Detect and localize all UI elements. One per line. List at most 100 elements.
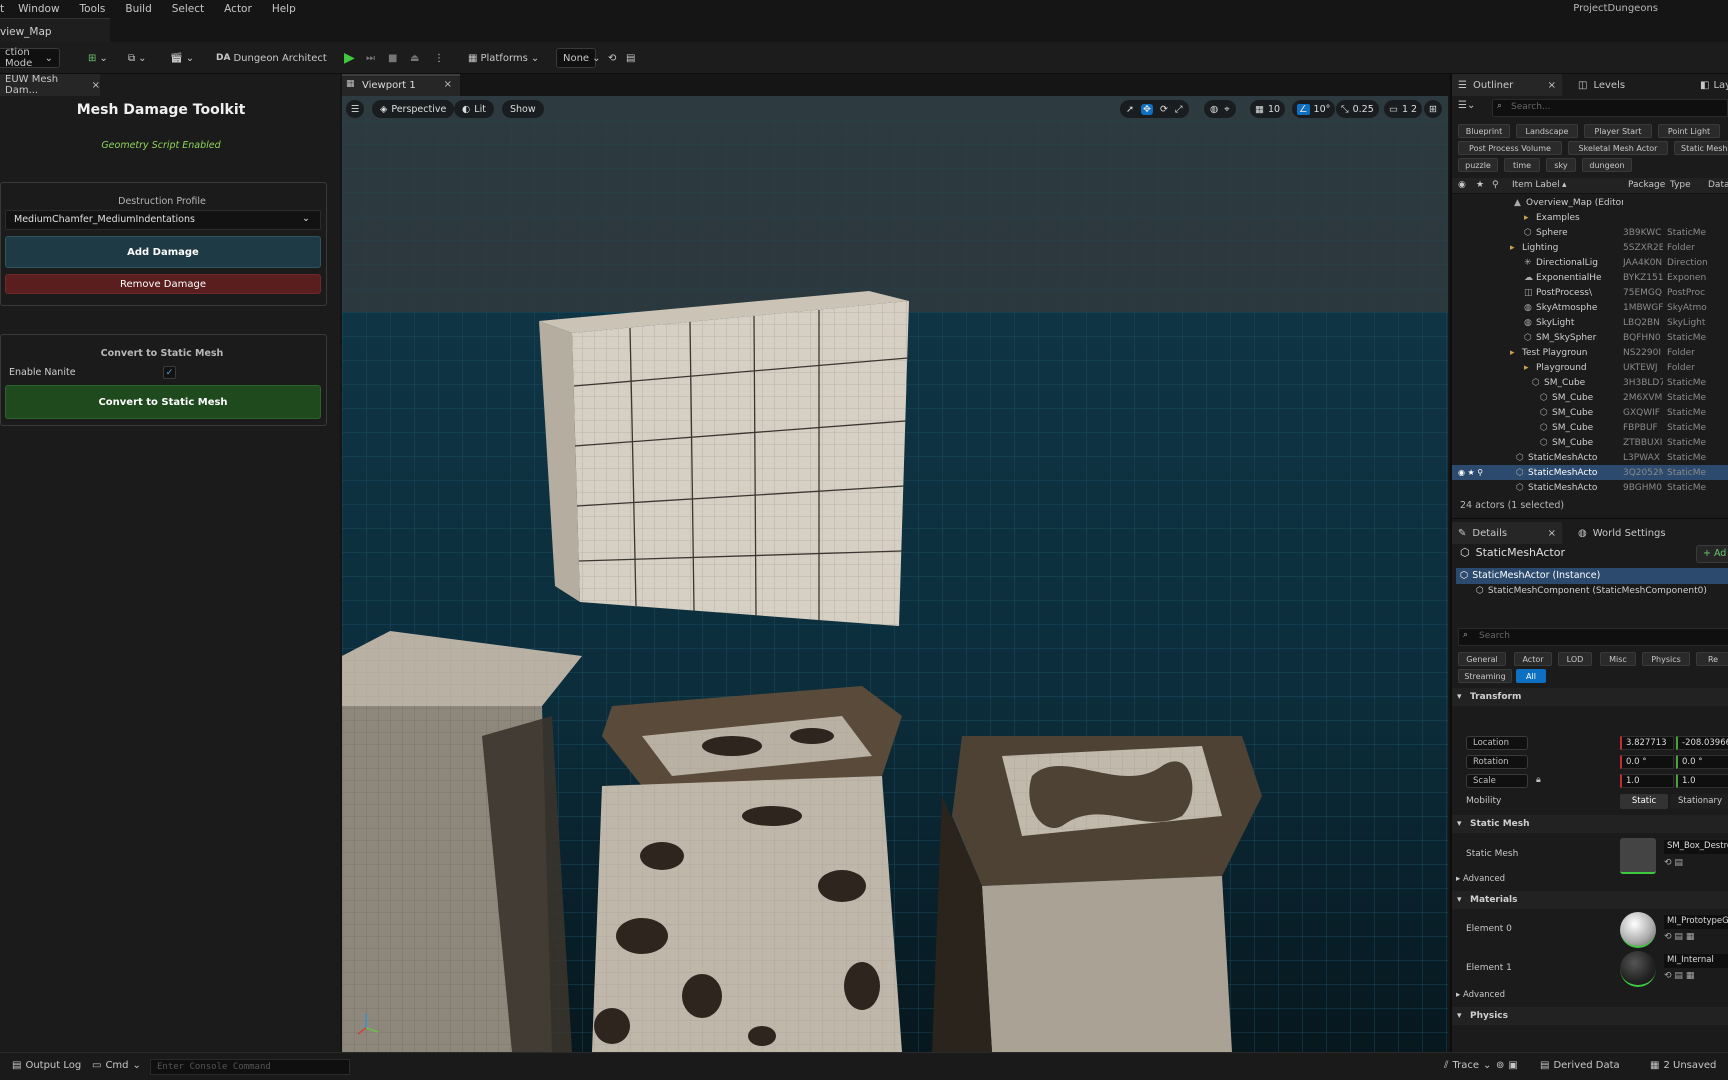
- scale-snap-button[interactable]: ⤡ 0.25: [1336, 100, 1379, 118]
- static-mesh-thumbnail[interactable]: [1620, 838, 1656, 874]
- cinematics-button[interactable]: 🎬︎ ⌄: [170, 48, 194, 68]
- scale-dropdown[interactable]: Scale: [1466, 774, 1528, 788]
- tab-viewport-1[interactable]: ▦ Viewport 1 ×: [342, 74, 460, 96]
- outliner-row[interactable]: ☁ ExponentialHe BYKZ151 Exponen: [1452, 270, 1728, 285]
- outliner-row[interactable]: ◍ SkyAtmosphe 1MBWGF SkyAtmo: [1452, 300, 1728, 315]
- outliner-row[interactable]: ▸ Test Playgroun NS2290I Folder: [1452, 345, 1728, 360]
- outliner-row[interactable]: ⬡ SM_Cube ZTBBUXI StaticMe: [1452, 435, 1728, 450]
- revision-button[interactable]: ⟲: [608, 48, 616, 68]
- outliner-row[interactable]: ◫ PostProcess\ 75EMGQ PostProc: [1452, 285, 1728, 300]
- browse-icon[interactable]: ▤: [1674, 971, 1683, 981]
- col-item-label[interactable]: Item Label: [1512, 180, 1560, 190]
- tab-layers[interactable]: ◧ Lay: [1700, 74, 1728, 96]
- filter-rendering[interactable]: Re: [1696, 652, 1728, 666]
- stop-button[interactable]: ■: [388, 48, 397, 68]
- filter-chip-time[interactable]: time: [1504, 158, 1540, 172]
- star-icon[interactable]: ★: [1476, 180, 1484, 190]
- filter-general[interactable]: General: [1458, 652, 1506, 666]
- destruction-profile-select[interactable]: MediumChamfer_MediumIndentations ⌄: [5, 210, 321, 230]
- material-picker-1[interactable]: MI_Internal: [1664, 954, 1728, 968]
- move-icon[interactable]: ✥: [1140, 103, 1153, 115]
- outliner-row[interactable]: ⬡ SM_Cube 2M6XVM StaticMe: [1452, 390, 1728, 405]
- grid-icon[interactable]: ▦: [1686, 971, 1695, 981]
- component-instance-row[interactable]: ⬡ StaticMeshActor (Instance): [1456, 568, 1728, 584]
- rotation-snap-button[interactable]: ∠ 10°: [1292, 100, 1336, 118]
- filter-chip-post-process[interactable]: Post Process Volume: [1458, 141, 1562, 155]
- filter-chip-sky[interactable]: sky: [1546, 158, 1576, 172]
- tab-euw-mesh-damage[interactable]: EUW Mesh Dam... ×: [0, 74, 100, 96]
- use-selected-icon[interactable]: ⟲: [1664, 971, 1672, 981]
- derived-data-button[interactable]: ▤ Derived Data: [1540, 1060, 1620, 1071]
- browse-icon[interactable]: ▤: [1674, 932, 1683, 942]
- filter-chip-landscape[interactable]: Landscape: [1516, 124, 1578, 138]
- outliner-row[interactable]: ⬡ SM_SkySpher BQFHN0 StaticMe: [1452, 330, 1728, 345]
- filter-chip-player-start[interactable]: Player Start: [1584, 124, 1652, 138]
- filter-chip-dungeon[interactable]: dungeon: [1582, 158, 1632, 172]
- filter-chip-static-mesh[interactable]: Static Mesh A: [1674, 141, 1728, 155]
- level-tab[interactable]: view_Map: [0, 18, 110, 42]
- record-icon[interactable]: ⊚: [1496, 1060, 1504, 1071]
- pin-icon[interactable]: ⚲: [1492, 180, 1499, 190]
- output-log-button[interactable]: ▤ Output Log: [12, 1060, 81, 1071]
- section-static-mesh[interactable]: ▾ Static Mesh: [1452, 815, 1728, 833]
- eject-button[interactable]: ⏏: [410, 48, 419, 68]
- tab-outliner[interactable]: ☰ Outliner ×: [1452, 74, 1562, 96]
- outliner-search-input[interactable]: ⌕ Search...: [1492, 99, 1728, 117]
- step-button[interactable]: ⏭: [366, 48, 375, 68]
- outliner-row[interactable]: ⬡ StaticMeshActo L3PWAX StaticMe: [1452, 450, 1728, 465]
- lit-button[interactable]: ◐ Lit: [454, 100, 494, 118]
- tab-levels[interactable]: ◫ Levels: [1578, 74, 1625, 96]
- screenshot-icon[interactable]: ▣: [1508, 1060, 1517, 1071]
- location-x-input[interactable]: 3.827713: [1620, 736, 1674, 750]
- world-local-toggle[interactable]: ◍ ⌖: [1204, 100, 1236, 118]
- outliner-row[interactable]: ⬡ SM_Cube 3H3BLD7 StaticMe: [1452, 375, 1728, 390]
- mobility-static-button[interactable]: Static: [1620, 794, 1668, 809]
- mobility-stationary-button[interactable]: Stationary: [1670, 794, 1728, 809]
- outliner-row[interactable]: ⬡ Sphere 3B9KWC StaticMe: [1452, 225, 1728, 240]
- col-data[interactable]: Data: [1708, 180, 1728, 190]
- rotation-y-input[interactable]: 0.0 °: [1676, 755, 1728, 769]
- col-package[interactable]: Package: [1628, 180, 1665, 190]
- browse-icon[interactable]: ▤: [1674, 858, 1683, 868]
- menu-item-select[interactable]: Select: [172, 3, 204, 15]
- outliner-row[interactable]: ◉ ★ ⚲ ⬡ StaticMeshActo 3Q2052M StaticMe: [1452, 465, 1728, 480]
- outliner-row[interactable]: ▸ Examples: [1452, 210, 1728, 225]
- filter-chip-blueprint[interactable]: Blueprint: [1458, 124, 1510, 138]
- scale-icon[interactable]: ⤢: [1175, 104, 1183, 115]
- menu-item-help[interactable]: Help: [272, 3, 296, 15]
- close-icon[interactable]: ×: [1548, 528, 1556, 539]
- filter-actor[interactable]: Actor: [1514, 652, 1552, 666]
- grid-icon[interactable]: ▦: [1686, 932, 1695, 942]
- lock-icon[interactable]: 🔒︎: [1536, 775, 1541, 785]
- add-actor-button[interactable]: ⊞ ⌄: [88, 48, 108, 68]
- tab-world-settings[interactable]: ◍ World Settings: [1578, 522, 1666, 544]
- section-transform[interactable]: ▾ Transform: [1452, 688, 1728, 706]
- filter-streaming[interactable]: Streaming: [1458, 669, 1512, 683]
- show-button[interactable]: Show: [502, 100, 544, 118]
- grid-snap-button[interactable]: ▦ 10: [1250, 100, 1286, 118]
- material-picker-0[interactable]: MI_PrototypeGr: [1664, 915, 1728, 929]
- visibility-icon[interactable]: ◉: [1458, 180, 1466, 190]
- filter-lod[interactable]: LOD: [1558, 652, 1592, 666]
- unsaved-button[interactable]: ▦ 2 Unsaved: [1650, 1060, 1716, 1071]
- location-dropdown[interactable]: Location: [1466, 736, 1528, 750]
- rotation-dropdown[interactable]: Rotation: [1466, 755, 1528, 769]
- viewport-options-button[interactable]: ☰: [346, 100, 364, 118]
- use-selected-icon[interactable]: ⟲: [1664, 858, 1672, 868]
- location-y-input[interactable]: -208.03966: [1676, 736, 1728, 750]
- mode-dropdown[interactable]: ction Mode ⌄: [0, 47, 60, 69]
- select-icon[interactable]: ➚: [1126, 104, 1134, 115]
- outliner-row[interactable]: ⬡ SM_Cube GXQWIF StaticMe: [1452, 405, 1728, 420]
- remove-damage-button[interactable]: Remove Damage: [5, 274, 321, 294]
- play-button[interactable]: ▶: [344, 48, 355, 68]
- menu-item-actor[interactable]: Actor: [224, 3, 252, 15]
- outliner-row[interactable]: ⬡ SM_Cube FBPBUF StaticMe: [1452, 420, 1728, 435]
- filter-chip-puzzle[interactable]: puzzle: [1458, 158, 1498, 172]
- advanced-expander-2[interactable]: ▸ Advanced: [1456, 990, 1505, 1000]
- filter-physics[interactable]: Physics: [1642, 652, 1690, 666]
- outliner-row[interactable]: ⬡ StaticMeshActo 9BGHM0 StaticMe: [1452, 480, 1728, 495]
- outliner-row[interactable]: ✳ DirectionalLig JAA4K0N Direction: [1452, 255, 1728, 270]
- material-thumbnail-1[interactable]: [1620, 951, 1656, 987]
- blueprints-button[interactable]: ⧉ ⌄: [128, 48, 147, 68]
- static-mesh-picker[interactable]: SM_Box_Destro: [1664, 840, 1728, 854]
